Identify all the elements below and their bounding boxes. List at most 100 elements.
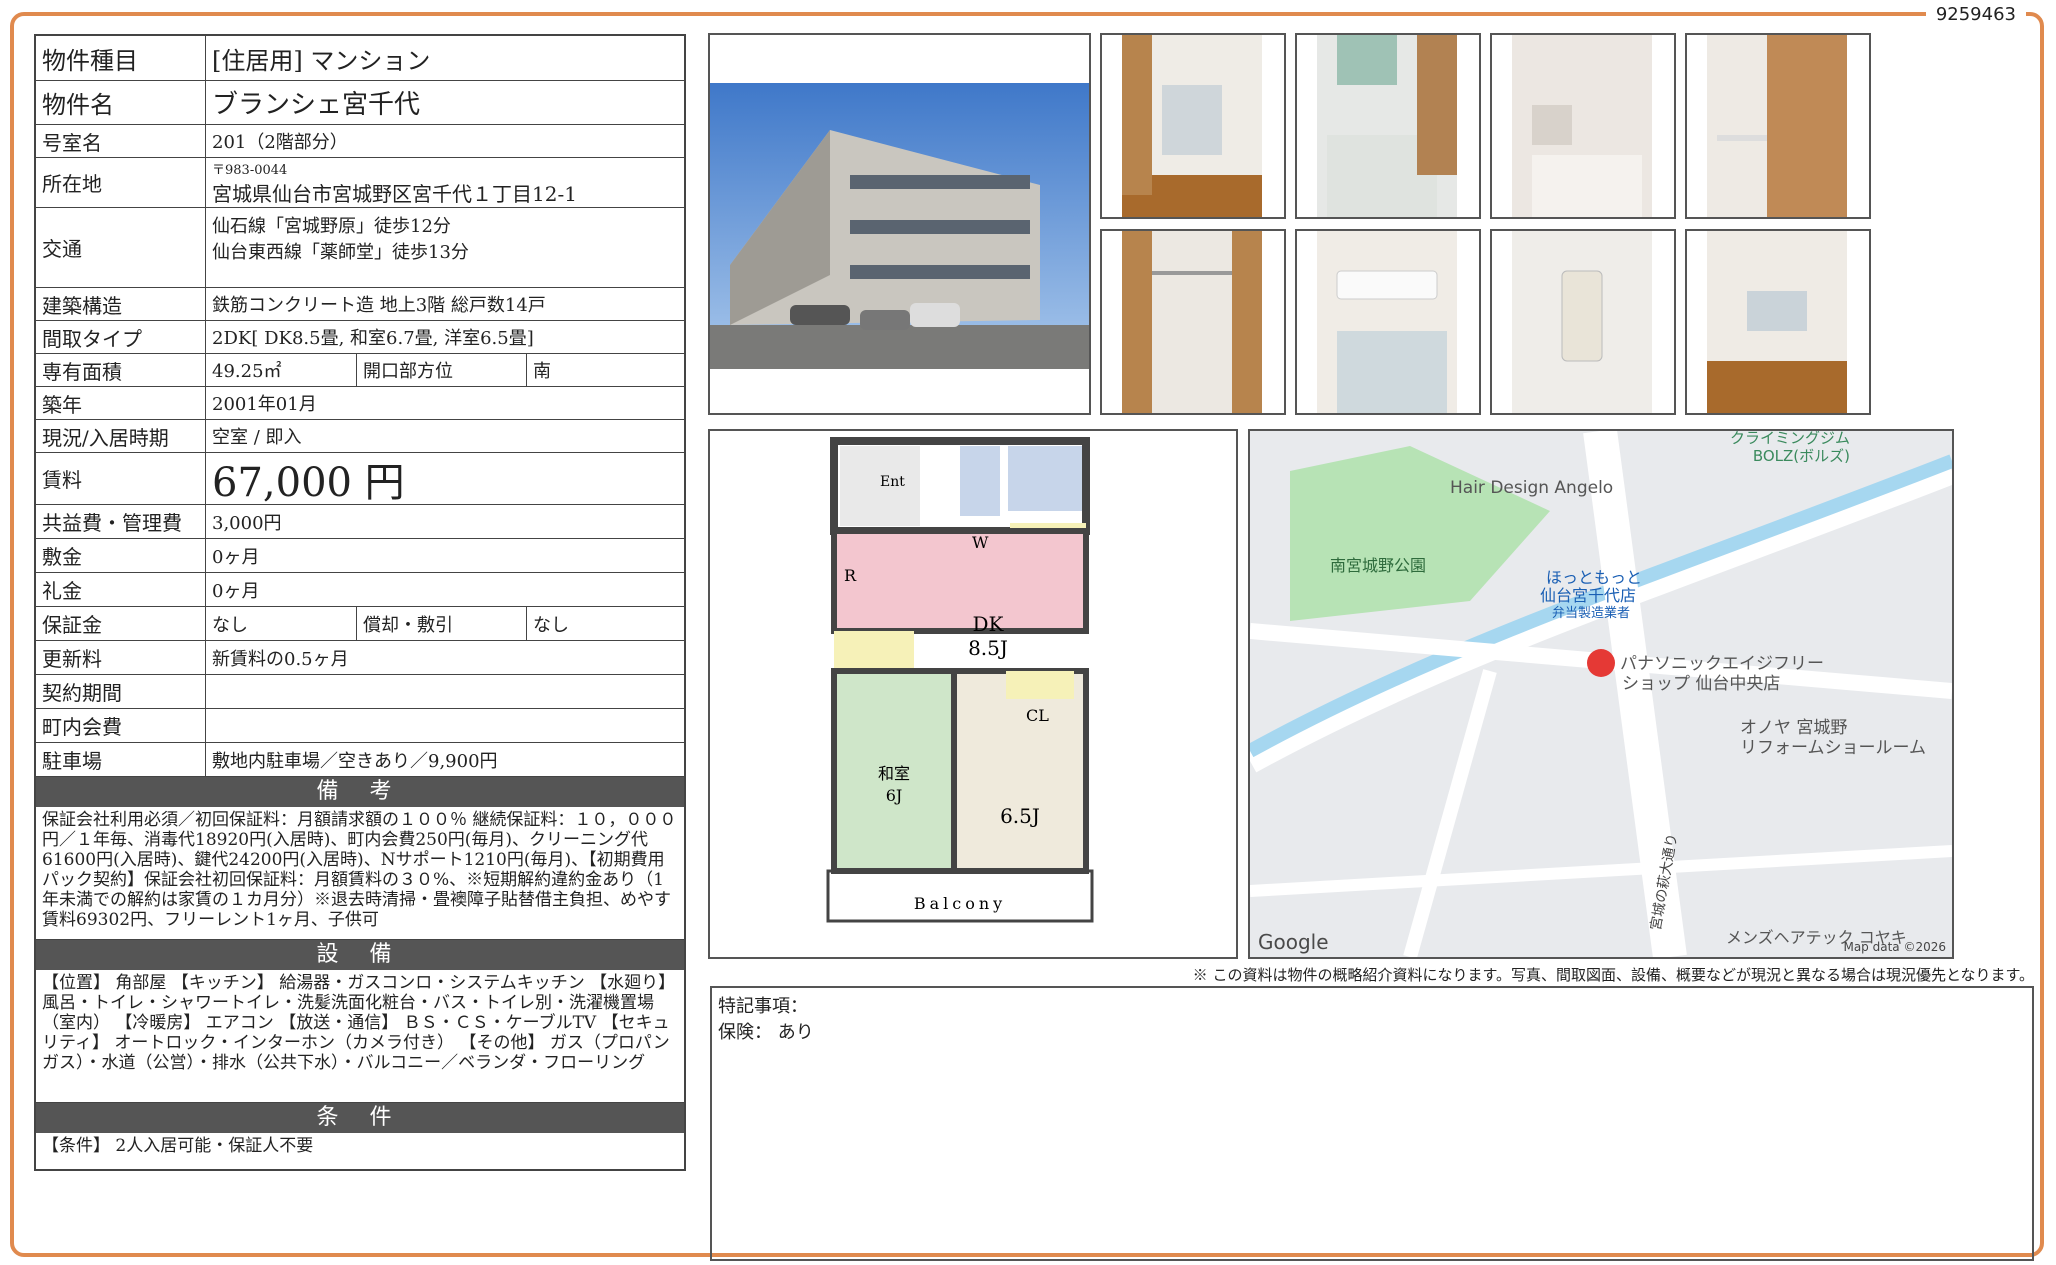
row-value: [住居用] マンション [212,46,431,75]
floor-plan: Ent W R DK 8.5J CL 和室 6J 6.5J Balcony [708,429,1238,959]
equipment-text: 【位置】 角部屋 【キッチン】 給湯器・ガスコンロ・システムキッチン 【水廻り】… [36,970,684,1103]
row-label: 駐車場 [36,743,206,776]
plan-youshitsu-size: 6.5J [1000,804,1040,828]
row-label: 物件種目 [36,36,206,80]
closet-photo [1685,33,1871,219]
special-notes: 特記事項： 保険： あり [710,986,2034,1261]
row-value: 3,000円 [212,512,282,534]
row-label: 賃料 [36,453,206,504]
row-value: 〒983-0044 宮城県仙台市宮城野区宮千代１丁目12-1 [206,158,684,207]
row-value: なし [212,614,248,636]
map-hotto-label: ほっともっと [1546,568,1642,587]
kitchen-photo [1295,33,1481,219]
room-photo [1685,229,1871,415]
conditions-header: 条 件 [36,1103,684,1133]
row-parking: 駐車場 敷地内駐車場／空きあり／9,900円 [36,743,684,777]
row-label: 保証金 [36,607,206,640]
plan-dk-size: 8.5J [968,636,1008,660]
row-address: 所在地 〒983-0044 宮城県仙台市宮城野区宮千代１丁目12-1 [36,158,684,208]
row-label: 契約期間 [36,675,206,708]
row-label: 所在地 [36,158,206,207]
insurance-note: 保険： あり [718,1022,814,1043]
row-value: 仙石線「宮城野原」徒歩12分 仙台東西線「薬師堂」徒歩13分 [206,208,684,287]
postal-code: 〒983-0044 [212,162,288,178]
row-area: 専有面積 49.25㎡ 開口部方位 南 [36,354,684,387]
row-value: 201（2階部分） [212,132,348,153]
access-line: 仙台東西線「薬師堂」徒歩13分 [212,242,469,263]
row-value: 0ヶ月 [212,580,260,602]
remarks-text: 保証会社利用必須／初回保証料：月額請求額の１００％ 継続保証料：１０，０００円／… [36,807,684,940]
row-renewal: 更新料 新賃料の0.5ヶ月 [36,641,684,675]
row-access: 交通 仙石線「宮城野原」徒歩12分 仙台東西線「薬師堂」徒歩13分 [36,208,684,288]
row-structure: 建築構造 鉄筋コンクリート造 地上3階 総戸数14戸 [36,288,684,321]
row-value: 新賃料の0.5ヶ月 [212,648,349,670]
special-notes-title: 特記事項： [718,996,808,1017]
map-climbing-label: クライミングジム [1730,431,1850,447]
row-type: 物件種目 [住居用] マンション [36,36,684,81]
row-value: 0ヶ月 [212,546,260,568]
row-subvalue: なし [526,607,684,640]
map-onoya-label-2: リフォームショールーム [1740,738,1926,758]
document-id: 9259463 [1925,4,2026,25]
plan-ent-label: Ent [880,474,905,490]
row-value: ブランシェ宮千代 [212,90,421,120]
row-community: 町内会費 [36,709,684,743]
equipment-header: 設 備 [36,940,684,970]
remarks-header: 備 考 [36,777,684,807]
plan-washitsu-label: 和室 [878,764,910,783]
row-label: 現況/入居時期 [36,420,206,452]
storage-photo [1100,229,1286,415]
location-map: クライミングジム BOLZ(ボルズ) Hair Design Angelo 南宮… [1248,429,1954,959]
access-line: 仙石線「宮城野原」徒歩12分 [212,216,451,237]
row-value [206,675,684,708]
map-onoya-label: オノヤ 宮城野 [1740,718,1847,738]
row-built: 築年 2001年01月 [36,387,684,420]
interior-photo [1100,33,1286,219]
map-hair-label: Hair Design Angelo [1450,478,1613,498]
row-value: 敷地内駐車場／空きあり／9,900円 [212,750,498,772]
row-value: 49.25㎡ [212,361,282,382]
row-value: 2DK[ DK8.5畳, 和室6.7畳, 洋室6.5畳] [212,328,534,349]
row-label: 号室名 [36,125,206,157]
rent-value: 67,000 円 [212,459,405,506]
row-label: 更新料 [36,641,206,674]
row-label: 間取タイプ [36,321,206,353]
plan-dk-label: DK [973,612,1005,636]
row-fee: 共益費・管理費 3,000円 [36,505,684,539]
row-label: 敷金 [36,539,206,572]
row-keymoney: 礼金 0ヶ月 [36,573,684,607]
row-rent: 賃料 67,000 円 [36,453,684,506]
map-park-label: 南宮城野公園 [1330,556,1426,575]
row-name: 物件名 ブランシェ宮千代 [36,81,684,125]
row-value: 2001年01月 [212,394,317,415]
intercom-photo [1490,229,1676,415]
plan-washitsu-size: 6J [886,786,903,805]
aircon-photo [1295,229,1481,415]
map-panasonic-label: パナソニックエイジフリー [1620,654,1824,674]
row-deposit: 敷金 0ヶ月 [36,539,684,573]
row-label: 建築構造 [36,288,206,320]
building-photo [708,33,1091,415]
map-data-credit: Map data ©2026 [1843,940,1946,954]
row-room: 号室名 201（2階部分） [36,125,684,158]
map-panasonic-label-2: ショップ 仙台中央店 [1622,674,1780,694]
map-hotto-sub: 弁当製造業者 [1552,605,1630,621]
plan-w-label: W [972,533,989,552]
conditions-text: 【条件】 2人入居可能・保証人不要 [42,1136,314,1156]
row-value: 空室 / 即入 [212,427,302,448]
property-table: 物件種目 [住居用] マンション 物件名 ブランシェ宮千代 号室名 201（2階… [34,34,686,1171]
address: 宮城県仙台市宮城野区宮千代１丁目12-1 [212,181,577,206]
bathroom-photo [1490,33,1676,219]
row-label: 物件名 [36,81,206,124]
map-google-logo: Google [1258,930,1329,954]
row-subvalue: 南 [526,354,684,386]
map-hotto-label-2: 仙台宮千代店 [1540,586,1636,605]
row-label: 共益費・管理費 [36,505,206,538]
row-value [206,709,684,742]
row-value: 鉄筋コンクリート造 地上3階 総戸数14戸 [212,295,546,316]
row-label: 交通 [36,208,206,287]
row-label: 専有面積 [36,354,206,386]
row-label: 礼金 [36,573,206,606]
row-term: 契約期間 [36,675,684,709]
row-sublabel: 開口部方位 [356,354,526,386]
